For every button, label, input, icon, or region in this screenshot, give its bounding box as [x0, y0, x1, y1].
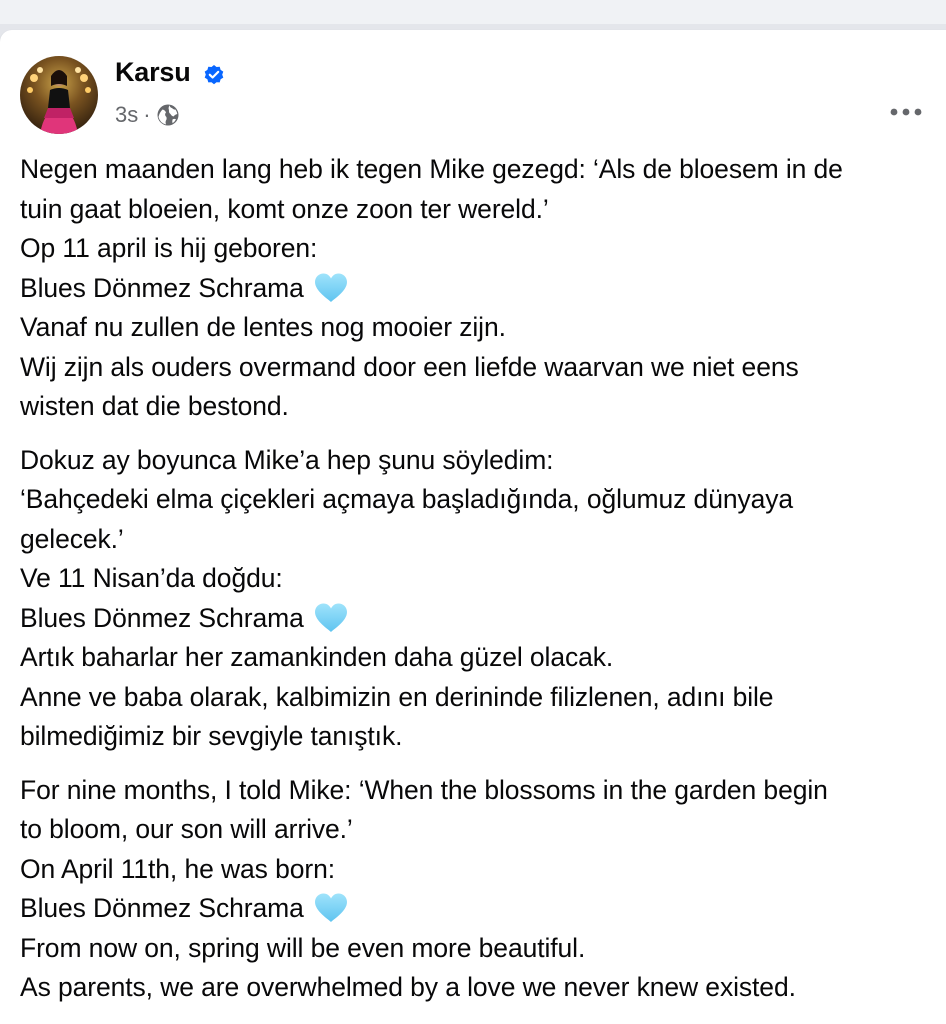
post-meta: 3s · — [115, 102, 180, 128]
post-line-text: Vanaf nu zullen de lentes nog mooier zij… — [20, 312, 506, 342]
post-timestamp[interactable]: 3s — [115, 102, 138, 128]
post-line-text: Blues Dönmez Schrama — [20, 272, 304, 303]
post-paragraph: For nine months, I told Mike: ‘When the … — [20, 771, 935, 1008]
post-line-text: Ve 11 Nisan’da doğdu: — [20, 563, 283, 593]
post-paragraph: Negen maanden lang heb ik tegen Mike gez… — [20, 150, 935, 427]
post-header: Karsu 3s · — [20, 56, 926, 136]
verified-badge-icon — [203, 64, 225, 86]
post-line-text: From now on, spring will be even more be… — [20, 932, 586, 963]
post-line: wisten dat die bestond. — [20, 387, 935, 427]
post-line: On April 11th, he was born: — [20, 850, 935, 890]
post-line: As parents, we are overwhelmed by a love… — [20, 968, 935, 1008]
post-line-text: Blues Dönmez Schrama — [20, 893, 304, 923]
post-body: Negen maanden lang heb ik tegen Mike gez… — [20, 150, 935, 1022]
post-line-text: Wij zijn als ouders overmand door een li… — [20, 351, 799, 382]
post-line: Vanaf nu zullen de lentes nog mooier zij… — [20, 308, 935, 348]
post-line: Op 11 april is hij geboren: — [20, 229, 935, 269]
globe-icon[interactable] — [156, 103, 180, 127]
post-line: Wij zijn als ouders overmand door een li… — [20, 348, 935, 388]
post-line: Artık baharlar her zamankinden daha güze… — [20, 638, 935, 678]
post-paragraph: Dokuz ay boyunca Mike’a hep şunu söyledi… — [20, 441, 935, 757]
post-line: Anne ve baba olarak, kalbimizin en derin… — [20, 678, 935, 718]
post-line: Ve 11 Nisan’da doğdu: — [20, 559, 935, 599]
author-name[interactable]: Karsu — [115, 57, 191, 88]
light-blue-heart-icon — [315, 603, 347, 632]
post-line: gelecek.’ — [20, 520, 935, 560]
post-line-text: Artık baharlar her zamankinden daha güze… — [20, 642, 614, 672]
post-line: ‘Bahçedeki elma çiçekleri açmaya başladı… — [20, 480, 935, 520]
post-line-text: to bloom, our son will arrive.’ — [20, 814, 353, 844]
post-line-text: ‘Bahçedeki elma çiçekleri açmaya başladı… — [20, 484, 794, 514]
post-line-text: Blues Dönmez Schrama — [20, 602, 304, 633]
feed-background — [0, 0, 946, 24]
post-line-text: wisten dat die bestond. — [20, 391, 289, 421]
post-card: Karsu 3s · Negen maanden lang heb ik teg… — [0, 30, 946, 1024]
post-line-text: tuin gaat bloeien, komt onze zoon ter we… — [20, 193, 549, 224]
post-line-text: For nine months, I told Mike: ‘When the … — [20, 774, 828, 805]
post-line: Blues Dönmez Schrama — [20, 599, 935, 639]
meta-separator: · — [143, 102, 151, 127]
post-line-text: gelecek.’ — [20, 523, 124, 554]
light-blue-heart-icon — [315, 893, 347, 922]
light-blue-heart-icon — [315, 273, 347, 302]
post-line-text: Op 11 april is hij geboren: — [20, 233, 318, 263]
post-line-text: bilmediğimiz bir sevgiyle tanıştık. — [20, 721, 403, 751]
post-line-text: Anne ve baba olarak, kalbimizin en derin… — [20, 681, 774, 712]
post-line: tuin gaat bloeien, komt onze zoon ter we… — [20, 190, 935, 230]
post-line-text: As parents, we are overwhelmed by a love… — [20, 972, 796, 1002]
post-line: Blues Dönmez Schrama — [20, 269, 935, 309]
more-options-icon[interactable] — [886, 100, 926, 124]
post-line: For nine months, I told Mike: ‘When the … — [20, 771, 935, 811]
post-line: Blues Dönmez Schrama — [20, 889, 935, 929]
author-avatar[interactable] — [20, 56, 98, 134]
post-line-text: Dokuz ay boyunca Mike’a hep şunu söyledi… — [20, 444, 554, 475]
post-line: to bloom, our son will arrive.’ — [20, 810, 935, 850]
post-line-text: Negen maanden lang heb ik tegen Mike gez… — [20, 154, 843, 184]
post-line-text: On April 11th, he was born: — [20, 853, 335, 884]
post-line: From now on, spring will be even more be… — [20, 929, 935, 969]
post-line: Dokuz ay boyunca Mike’a hep şunu söyledi… — [20, 441, 935, 481]
post-line: bilmediğimiz bir sevgiyle tanıştık. — [20, 717, 935, 757]
post-line: Negen maanden lang heb ik tegen Mike gez… — [20, 150, 935, 190]
